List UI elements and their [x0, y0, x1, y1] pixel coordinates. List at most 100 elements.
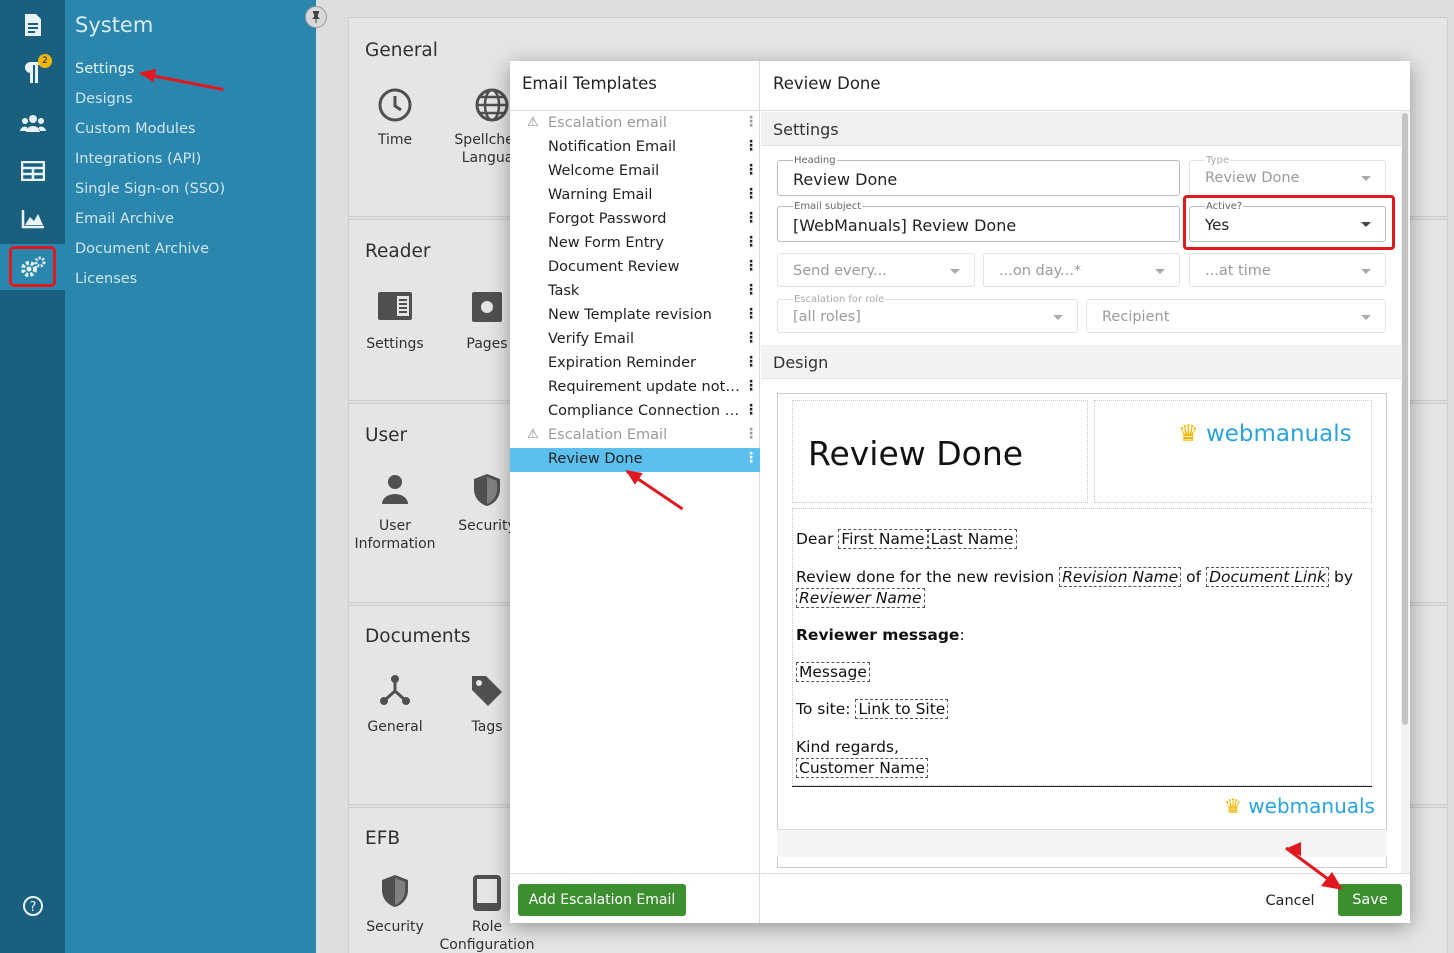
settings-section-header: Settings — [761, 112, 1402, 146]
menu-item-settings[interactable]: Settings — [75, 61, 134, 77]
item-label: New Form Entry — [548, 235, 664, 251]
header-cell — [1094, 400, 1372, 503]
menu-item-email-archive[interactable]: Email Archive — [75, 211, 174, 227]
placeholder-customer-name[interactable]: Customer Name — [796, 758, 928, 778]
field-value: Review Done — [1205, 170, 1300, 186]
notification-badge: 2 — [38, 54, 52, 68]
more-icon[interactable]: ⋮ — [744, 426, 758, 442]
menu-item-document-archive[interactable]: Document Archive — [75, 241, 209, 257]
list-item[interactable]: Requirement update notific... ⋮ — [510, 376, 760, 400]
colon-text: : — [959, 626, 965, 644]
list-item[interactable]: Task ⋮ — [510, 280, 760, 304]
placeholder-document-link[interactable]: Document Link — [1206, 567, 1330, 587]
menu-item-designs[interactable]: Designs — [75, 91, 133, 107]
list-footer: Add Escalation Email — [510, 873, 760, 923]
table-icon[interactable] — [0, 149, 65, 193]
list-item[interactable]: New Form Entry ⋮ — [510, 232, 760, 256]
on-day-select[interactable]: ...on day...* — [983, 253, 1180, 287]
email-templates-dialog: Email Templates ⚠ Escalation email ⋮ Notif… — [510, 61, 1410, 923]
heading-field[interactable]: Heading Review Done — [777, 155, 1180, 196]
users-icon[interactable] — [0, 101, 65, 145]
list-item[interactable]: Document Review ⋮ — [510, 256, 760, 280]
item-label: Forgot Password — [548, 211, 667, 227]
field-label: Type — [1205, 155, 1230, 167]
more-icon[interactable]: ⋮ — [744, 402, 758, 418]
add-escalation-email-button[interactable]: Add Escalation Email — [518, 884, 686, 916]
system-menu: System Settings Designs Custom Modules I… — [65, 0, 316, 953]
svg-text:?: ? — [29, 900, 36, 915]
footer-divider — [792, 786, 1372, 787]
list-item[interactable]: Compliance Connection No... ⋮ — [510, 400, 760, 424]
more-icon[interactable]: ⋮ — [744, 138, 758, 154]
kind-regards-text: Kind regards, — [796, 738, 899, 756]
more-icon[interactable]: ⋮ — [744, 258, 758, 274]
list-item[interactable]: ⚠ Escalation Email ⋮ — [510, 424, 760, 448]
field-value: [WebManuals] Review Done — [793, 216, 1017, 235]
by-text: by — [1333, 568, 1353, 586]
more-icon[interactable]: ⋮ — [744, 450, 758, 466]
scrollbar-thumb[interactable] — [1402, 113, 1408, 725]
placeholder-revision-name[interactable]: Revision Name — [1059, 567, 1182, 587]
more-icon[interactable]: ⋮ — [744, 114, 758, 130]
recipient-select[interactable]: Recipient — [1086, 299, 1386, 333]
list-item[interactable]: Forgot Password ⋮ — [510, 208, 760, 232]
placeholder-first-name[interactable]: First Name — [838, 529, 928, 549]
email-subject-field[interactable]: Email subject [WebManuals] Review Done — [777, 201, 1180, 242]
menu-item-custom-modules[interactable]: Custom Modules — [75, 121, 195, 137]
list-title: Email Templates — [510, 61, 759, 111]
more-icon[interactable]: ⋮ — [744, 354, 758, 370]
item-label: Task — [548, 283, 580, 299]
at-time-select[interactable]: ...at time — [1189, 253, 1386, 287]
item-label: Escalation email — [548, 115, 667, 131]
menu-item-integrations[interactable]: Integrations (API) — [75, 151, 201, 167]
document-icon[interactable] — [0, 3, 65, 47]
icon-rail: 2 ? — [0, 0, 65, 953]
list-item[interactable]: New Template revision ⋮ — [510, 304, 760, 328]
keyboard-icon[interactable] — [0, 935, 65, 953]
more-icon[interactable]: ⋮ — [744, 210, 758, 226]
list-item[interactable]: Expiration Reminder ⋮ — [510, 352, 760, 376]
more-icon[interactable]: ⋮ — [744, 378, 758, 394]
menu-item-sso[interactable]: Single Sign-on (SSO) — [75, 181, 225, 197]
annotation-arrow — [1285, 846, 1343, 890]
field-value: Review Done — [793, 170, 898, 189]
logo-text: webmanuals — [1205, 421, 1352, 447]
list-item[interactable]: Warning Email ⋮ — [510, 184, 760, 208]
more-icon[interactable]: ⋮ — [744, 186, 758, 202]
item-label: Warning Email — [548, 187, 653, 203]
placeholder-last-name[interactable]: Last Name — [927, 529, 1017, 549]
detail-title: Review Done — [761, 61, 1410, 111]
item-label: Welcome Email — [548, 163, 660, 179]
system-title: System — [75, 13, 154, 37]
more-icon[interactable]: ⋮ — [744, 306, 758, 322]
list-item[interactable]: Welcome Email ⋮ — [510, 160, 760, 184]
send-every-select[interactable]: Send every... — [777, 253, 975, 287]
list-item[interactable]: Verify Email ⋮ — [510, 328, 760, 352]
list-item[interactable]: Notification Email ⋮ — [510, 136, 760, 160]
review-text: Review done for the new revision — [796, 568, 1055, 586]
chart-icon[interactable] — [0, 197, 65, 241]
chevron-down-icon — [1361, 315, 1371, 320]
scrollbar[interactable] — [1401, 111, 1410, 873]
placeholder-reviewer-name[interactable]: Reviewer Name — [796, 588, 925, 608]
item-label: Review Done — [548, 451, 643, 467]
help-icon[interactable]: ? — [0, 884, 65, 928]
email-line-signoff: Kind regards, Customer Name — [796, 737, 928, 779]
list-item[interactable]: ⚠ Escalation email ⋮ — [510, 112, 760, 136]
more-icon[interactable]: ⋮ — [744, 162, 758, 178]
placeholder-message[interactable]: Message — [796, 662, 870, 682]
escalation-role-select[interactable]: Escalation for role [all roles] — [777, 294, 1078, 333]
more-icon[interactable]: ⋮ — [744, 330, 758, 346]
item-label: Escalation Email — [548, 427, 668, 443]
item-label: Document Review — [548, 259, 680, 275]
more-icon[interactable]: ⋮ — [744, 282, 758, 298]
menu-item-licenses[interactable]: Licenses — [75, 271, 137, 287]
item-label: New Template revision — [548, 307, 712, 323]
item-label: Expiration Reminder — [548, 355, 696, 371]
placeholder-link-to-site[interactable]: Link to Site — [855, 699, 949, 719]
more-icon[interactable]: ⋮ — [744, 234, 758, 250]
paragraph-icon[interactable]: 2 — [0, 50, 65, 94]
pin-icon[interactable] — [305, 6, 327, 28]
item-label: Verify Email — [548, 331, 634, 347]
email-line-site: To site: Link to Site — [796, 699, 949, 719]
